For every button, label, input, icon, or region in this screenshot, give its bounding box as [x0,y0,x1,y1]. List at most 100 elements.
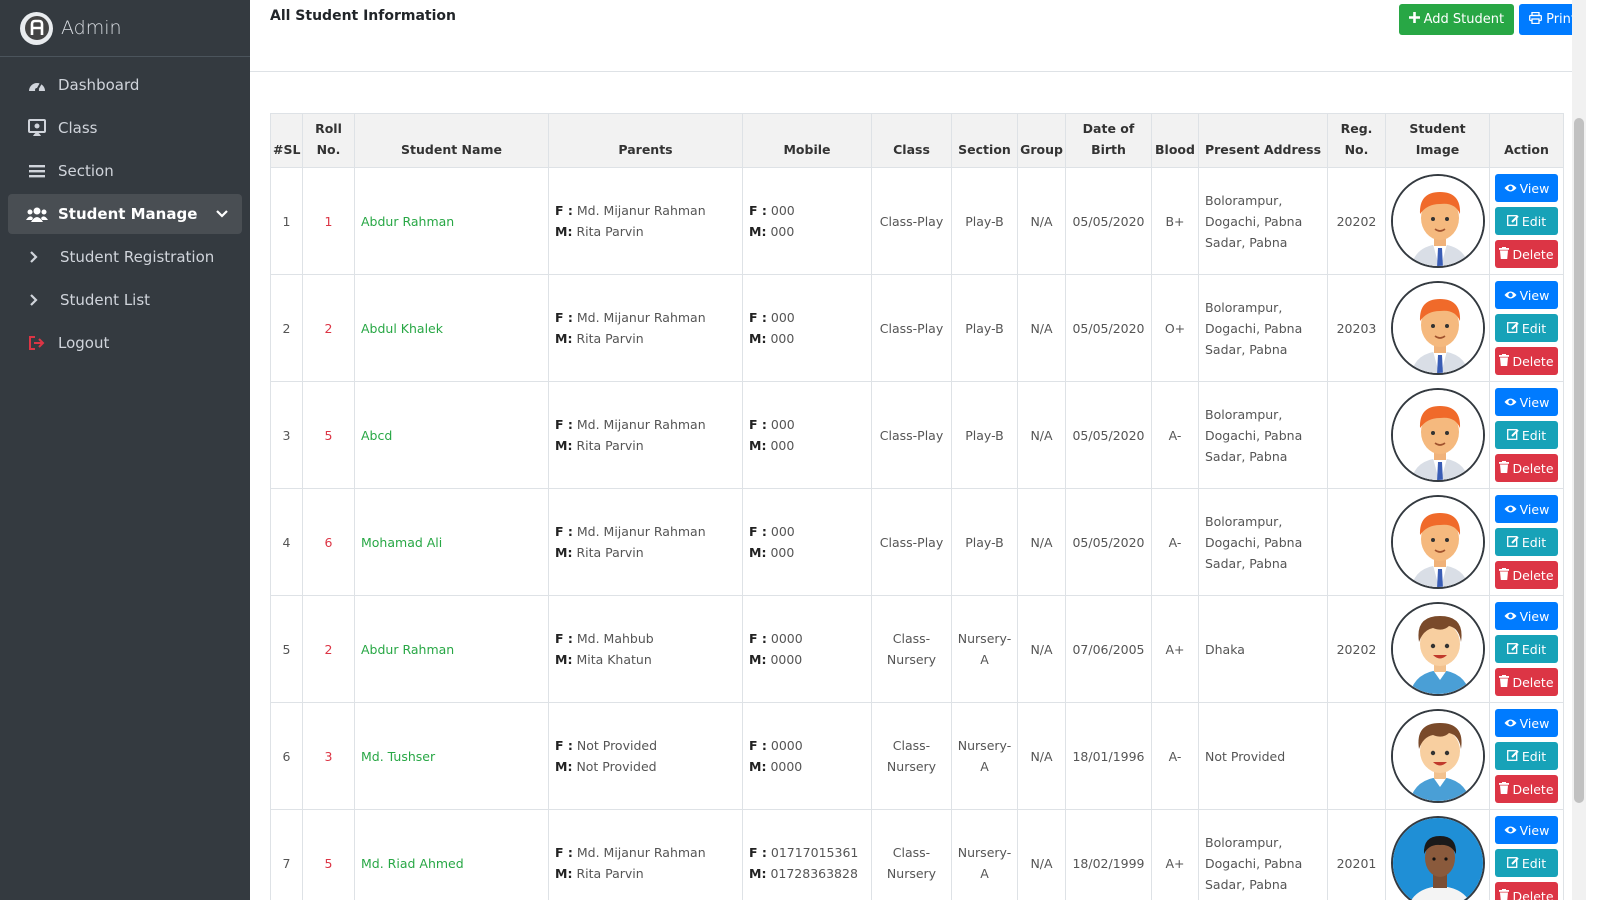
sidebar-item-label: Student Registration [60,248,215,266]
cell-image [1385,702,1490,810]
cell-student-name[interactable]: Md. Tushser [354,702,549,810]
col-name[interactable]: Student Name [354,113,549,168]
eye-icon [1504,285,1517,306]
view-button[interactable]: View [1495,709,1558,737]
table-row: 5 2 Abdur Rahman F : Md. Mahbub M: Mita Khat… [270,595,1564,703]
father-mobile: 000 [770,417,795,432]
edit-button[interactable]: Edit [1495,314,1558,342]
father-name: Md. Mijanur Rahman [576,524,706,539]
sidebar-item-section[interactable]: Section [8,151,242,191]
cell-action: View Edit Delete [1489,381,1564,489]
delete-button[interactable]: Delete [1495,668,1558,696]
col-dob[interactable]: Date of Birth [1065,113,1152,168]
edit-button[interactable]: Edit [1495,207,1558,235]
cell-student-name[interactable]: Mohamad Ali [354,488,549,596]
sidebar-item-student-manage[interactable]: Student Manage [8,194,242,234]
table-row: 2 2 Abdul Khalek F : Md. Mijanur Rahman M: R… [270,274,1564,382]
delete-button[interactable]: Delete [1495,347,1558,375]
edit-icon [1506,746,1519,767]
delete-button[interactable]: Delete [1495,775,1558,803]
col-reg[interactable]: Reg. No. [1327,113,1386,168]
cell-address: Dhaka [1198,595,1328,703]
scrollbar-thumb[interactable] [1574,118,1584,803]
cell-section: Nursery-A [951,595,1018,703]
view-button[interactable]: View [1495,602,1558,630]
col-address[interactable]: Present Address [1198,113,1328,168]
delete-button[interactable]: Delete [1495,454,1558,482]
student-avatar[interactable] [1390,388,1485,482]
edit-button[interactable]: Edit [1495,421,1558,449]
col-mobile[interactable]: Mobile [742,113,872,168]
delete-button[interactable]: Delete [1495,240,1558,268]
cell-sl: 3 [270,381,303,489]
sidebar-item-student-list[interactable]: Student List [8,280,242,320]
view-button[interactable]: View [1495,281,1558,309]
cell-parents: F : Md. Mijanur Rahman M: Rita Parvin [548,381,743,489]
cell-student-name[interactable]: Abdur Rahman [354,167,549,275]
father-name: Md. Mahbub [576,631,654,646]
col-section[interactable]: Section [951,113,1018,168]
cell-student-name[interactable]: Abcd [354,381,549,489]
view-button[interactable]: View [1495,388,1558,416]
cell-section: Play-B [951,167,1018,275]
delete-button[interactable]: Delete [1495,882,1558,900]
edit-button[interactable]: Edit [1495,635,1558,663]
view-button[interactable]: View [1495,174,1558,202]
col-action[interactable]: Action [1489,113,1564,168]
cell-group: N/A [1017,809,1066,900]
col-blood[interactable]: Blood [1151,113,1199,168]
cell-blood: A- [1151,702,1199,810]
add-student-button[interactable]: Add Student [1398,4,1515,35]
col-sl[interactable]: #SL [270,113,303,168]
student-avatar[interactable] [1390,709,1485,803]
cell-address: Bolorampur, Dogachi, Pabna Sadar, Pabna [1198,809,1328,900]
eye-icon [1504,499,1517,520]
cell-reg [1327,702,1386,810]
sidebar-item-dashboard[interactable]: Dashboard [8,65,242,105]
cell-section: Play-B [951,274,1018,382]
student-avatar[interactable] [1390,816,1485,900]
cell-sl: 7 [270,809,303,900]
sidebar-item-student-registration[interactable]: Student Registration [8,237,242,277]
view-button[interactable]: View [1495,495,1558,523]
cell-student-name[interactable]: Abdul Khalek [354,274,549,382]
student-avatar[interactable] [1390,174,1485,268]
cell-sl: 4 [270,488,303,596]
cell-student-name[interactable]: Md. Riad Ahmed [354,809,549,900]
student-avatar[interactable] [1390,281,1485,375]
cell-blood: A- [1151,488,1199,596]
edit-button[interactable]: Edit [1495,528,1558,556]
cell-parents: F : Md. Mijanur Rahman M: Rita Parvin [548,167,743,275]
cell-roll: 3 [302,702,355,810]
col-roll[interactable]: Roll No. [302,113,355,168]
student-table: #SL Roll No. Student Name Parents Mobile … [270,113,1564,900]
mother-name: Not Provided [576,759,657,774]
student-avatar[interactable] [1390,495,1485,589]
cell-blood: A+ [1151,809,1199,900]
col-parents[interactable]: Parents [548,113,743,168]
edit-icon [1506,211,1519,232]
cell-dob: 05/05/2020 [1065,167,1152,275]
col-image[interactable]: Student Image [1385,113,1490,168]
cell-student-name[interactable]: Abdur Rahman [354,595,549,703]
cell-parents: F : Md. Mijanur Rahman M: Rita Parvin [548,809,743,900]
cell-action: View Edit Delete [1489,167,1564,275]
student-avatar[interactable] [1390,602,1485,696]
vertical-scrollbar[interactable] [1572,0,1586,900]
cell-mobile: F : 000 M: 000 [742,381,872,489]
cell-action: View Edit Delete [1489,595,1564,703]
view-button[interactable]: View [1495,816,1558,844]
sidebar-item-class[interactable]: Class [8,108,242,148]
cell-class: Class-Play [871,274,952,382]
edit-button[interactable]: Edit [1495,742,1558,770]
trash-icon [1499,672,1510,693]
sidebar-item-logout[interactable]: Logout [8,323,242,363]
page-title: All Student Information [270,8,456,24]
col-group[interactable]: Group [1017,113,1066,168]
table-row: 4 6 Mohamad Ali F : Md. Mijanur Rahman M: Ri… [270,488,1564,596]
chevron-down-icon [216,207,228,222]
edit-button[interactable]: Edit [1495,849,1558,877]
delete-button[interactable]: Delete [1495,561,1558,589]
col-class[interactable]: Class [871,113,952,168]
brand[interactable]: Admin [0,0,250,57]
